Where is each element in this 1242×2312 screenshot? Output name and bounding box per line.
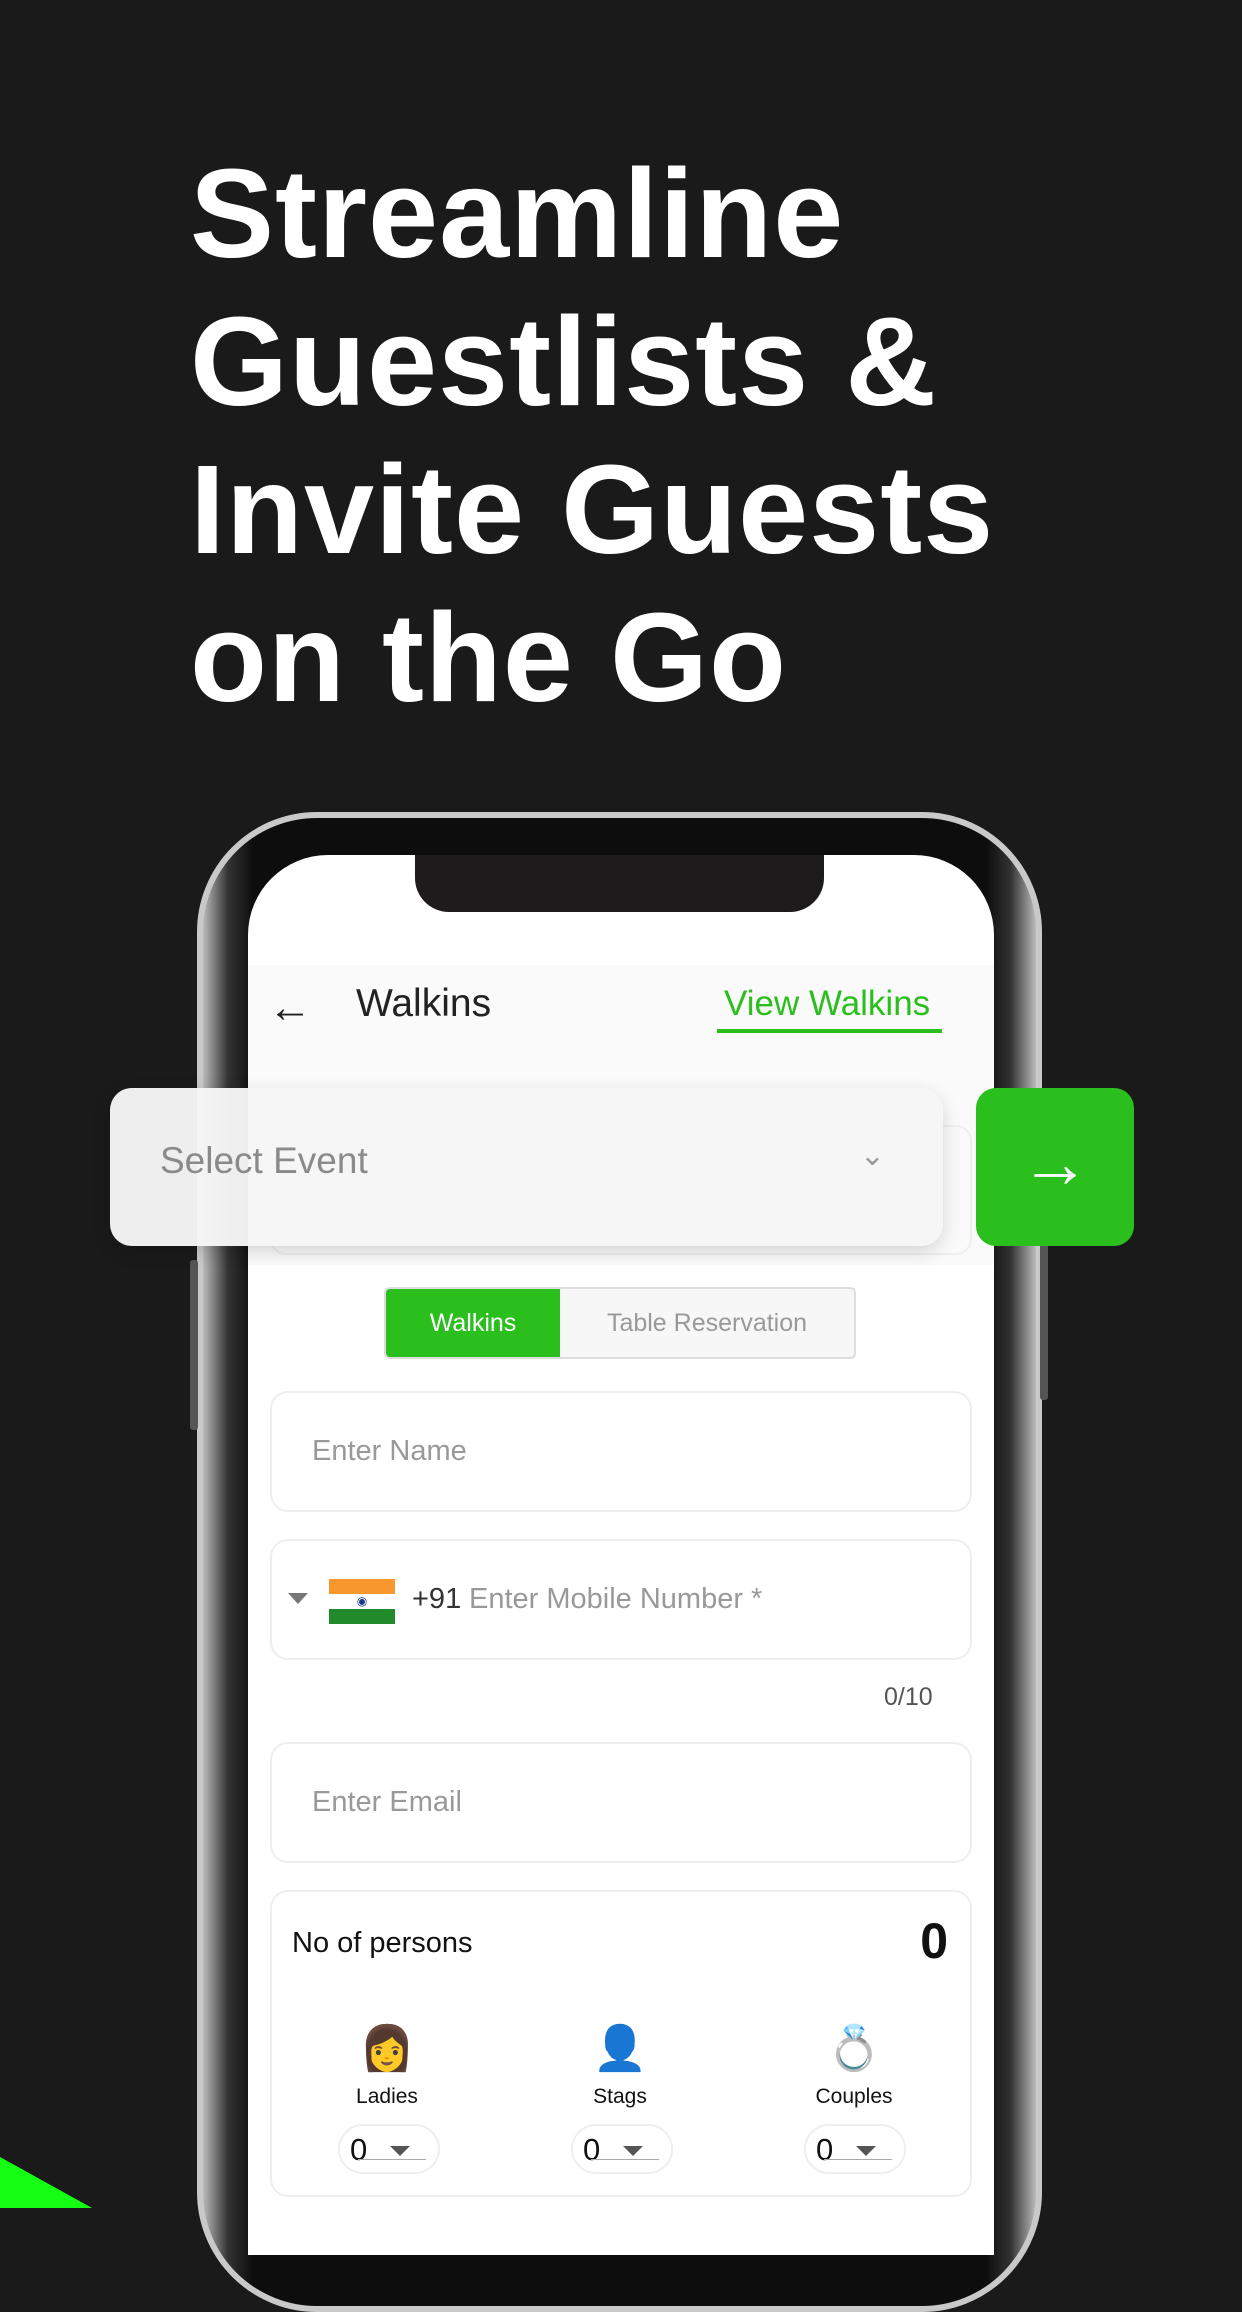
mobile-placeholder: Enter Mobile Number * <box>469 1583 763 1615</box>
phone-side-button <box>190 1320 198 1430</box>
persons-label: No of persons <box>292 1927 473 1959</box>
ladies-count-select[interactable]: 0 <box>338 2124 440 2174</box>
persons-card: No of persons 0 👩 Ladies 👤 Stags 💍 Coupl… <box>270 1890 972 2197</box>
headline-line: Streamline <box>190 143 845 284</box>
count-value: 0 <box>583 2132 601 2167</box>
count-value: 0 <box>816 2132 834 2167</box>
mobile-char-counter: 0/10 <box>884 1683 933 1711</box>
dropdown-arrow-icon <box>390 2146 410 2156</box>
category-label: Ladies <box>356 2085 418 2108</box>
category-couples: 💍 Couples <box>779 2022 929 2109</box>
stags-count-select[interactable]: 0 <box>571 2124 673 2174</box>
country-code: +91 <box>412 1583 462 1615</box>
headline-line: on the Go <box>190 587 787 728</box>
name-placeholder: Enter Name <box>312 1435 467 1467</box>
name-input[interactable]: Enter Name <box>270 1391 972 1512</box>
dropdown-arrow-icon <box>856 2146 876 2156</box>
go-button[interactable]: → <box>976 1088 1134 1246</box>
persons-total: 0 <box>920 1913 948 1969</box>
email-placeholder: Enter Email <box>312 1786 462 1818</box>
email-input[interactable]: Enter Email <box>270 1742 972 1863</box>
category-label: Stags <box>593 2085 647 2108</box>
category-ladies: 👩 Ladies <box>312 2022 462 2109</box>
country-dropdown-icon[interactable] <box>288 1593 308 1604</box>
phone-notch <box>415 855 824 912</box>
arrow-right-icon: → <box>1020 1124 1090 1202</box>
mobile-input[interactable]: ◉ +91 Enter Mobile Number * <box>270 1539 972 1660</box>
chevron-down-icon: ⌄ <box>859 1139 885 1172</box>
rings-icon: 💍 <box>826 2024 882 2073</box>
india-flag-icon: ◉ <box>329 1579 395 1624</box>
green-corner-decoration <box>0 2157 92 2208</box>
category-stags: 👤 Stags <box>545 2022 695 2109</box>
couples-count-select[interactable]: 0 <box>804 2124 906 2174</box>
category-label: Couples <box>815 2085 893 2108</box>
headline-line: Guestlists & <box>190 291 938 432</box>
phone-side-button <box>1040 1230 1048 1400</box>
headline: Streamline Guestlists & Invite Guests on… <box>190 140 994 732</box>
dropdown-arrow-icon <box>623 2146 643 2156</box>
view-walkins-underline <box>717 1029 942 1033</box>
woman-icon: 👩 <box>359 2024 415 2073</box>
count-value: 0 <box>350 2132 368 2167</box>
view-walkins-link[interactable]: View Walkins <box>724 984 930 1024</box>
select-event-dropdown[interactable]: Select Event ⌄ <box>110 1088 943 1246</box>
mode-tabs: Walkins Table Reservation <box>384 1287 856 1359</box>
back-arrow-icon[interactable]: ← <box>268 983 312 1033</box>
man-icon: 👤 <box>592 2024 648 2073</box>
tab-walkins[interactable]: Walkins <box>386 1289 560 1357</box>
page-title: Walkins <box>356 982 492 1025</box>
headline-line: Invite Guests <box>190 439 995 580</box>
select-event-placeholder: Select Event <box>160 1140 368 1181</box>
tab-table-reservation[interactable]: Table Reservation <box>560 1289 854 1357</box>
